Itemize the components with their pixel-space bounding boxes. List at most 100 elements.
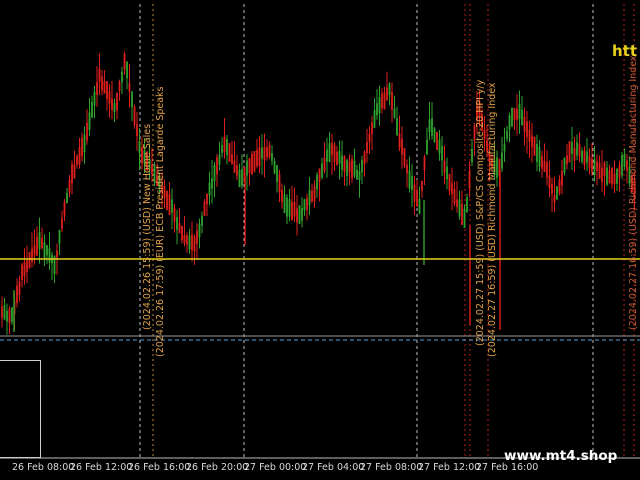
candle-body bbox=[468, 171, 471, 189]
candle-body bbox=[353, 160, 356, 176]
candle-body bbox=[533, 136, 536, 156]
candle-body bbox=[323, 157, 326, 171]
candle-body bbox=[463, 208, 466, 229]
candle-body bbox=[396, 118, 398, 136]
candle-body bbox=[198, 223, 201, 238]
candle-body bbox=[328, 143, 331, 163]
candle-body bbox=[173, 207, 176, 222]
candle-body bbox=[386, 87, 388, 100]
candle-body bbox=[56, 250, 58, 258]
candle-body bbox=[311, 190, 313, 202]
candle-body bbox=[203, 201, 206, 216]
candle-body bbox=[501, 152, 503, 169]
candle-body bbox=[426, 139, 428, 155]
event-label-cs-composite: (2024.02.27 15:59) (USD) S&P/CS Composit… bbox=[475, 79, 486, 346]
candle-body bbox=[8, 308, 11, 324]
candle-body bbox=[508, 115, 511, 130]
candle-body bbox=[616, 168, 618, 184]
candle-body bbox=[563, 157, 566, 173]
candle-body bbox=[61, 218, 63, 229]
candle-body bbox=[451, 183, 453, 195]
candle-body bbox=[226, 139, 228, 156]
candle-body bbox=[546, 162, 548, 178]
chart-window[interactable]: (2024.02.26 15:59) (USD) New Home Sales … bbox=[0, 0, 640, 480]
candle-body bbox=[118, 81, 121, 91]
candle-body bbox=[291, 201, 293, 221]
candle-body bbox=[406, 164, 408, 174]
candle-body bbox=[68, 179, 71, 192]
candle-body bbox=[608, 170, 611, 184]
event-label-richmond-index: (2024.02.27 16:59) (USD) Richmond Manufa… bbox=[487, 82, 498, 357]
candle-body bbox=[36, 236, 38, 256]
candle-body bbox=[541, 156, 543, 169]
event-label-right-edge: (2024.02.27 16:59) (USD) Richmond Manufa… bbox=[628, 55, 639, 330]
candle-body bbox=[528, 129, 531, 142]
candle-body bbox=[23, 262, 26, 277]
candle-body bbox=[83, 134, 86, 153]
candle-body bbox=[211, 178, 213, 189]
candle-body bbox=[273, 160, 276, 174]
price-chart[interactable] bbox=[0, 0, 640, 480]
candle-body bbox=[381, 93, 383, 109]
candle-body bbox=[131, 91, 133, 108]
candle-body bbox=[46, 245, 48, 256]
candle-body bbox=[611, 167, 613, 185]
candle-body bbox=[408, 170, 411, 189]
candle-body bbox=[593, 158, 596, 176]
candle-body bbox=[506, 130, 508, 139]
candle-body bbox=[356, 169, 358, 180]
indicator-subwindow[interactable] bbox=[0, 360, 41, 458]
candle-body bbox=[338, 150, 341, 164]
candle-body bbox=[293, 202, 296, 217]
candle-body bbox=[176, 217, 178, 230]
candle-body bbox=[43, 242, 46, 259]
candle-body bbox=[63, 201, 66, 216]
candle-body bbox=[403, 147, 406, 166]
candle-body bbox=[201, 215, 203, 226]
candle-body bbox=[573, 147, 576, 161]
candle-body bbox=[256, 150, 258, 167]
candle-body bbox=[286, 197, 288, 217]
candle-body bbox=[196, 230, 198, 245]
candle-body bbox=[81, 137, 83, 157]
candle-body bbox=[378, 97, 381, 114]
candle-body bbox=[548, 175, 551, 189]
time-label: 27 Feb 04:00 bbox=[302, 462, 365, 473]
candle-body bbox=[456, 199, 458, 208]
candle-body bbox=[303, 199, 306, 211]
candle-body bbox=[561, 170, 563, 186]
candle-body bbox=[621, 155, 623, 176]
candle-body bbox=[516, 109, 518, 120]
candle-body bbox=[431, 118, 433, 136]
candle-body bbox=[333, 144, 336, 163]
candle-body bbox=[216, 157, 218, 175]
candle-body bbox=[428, 119, 431, 132]
candle-body bbox=[193, 236, 196, 252]
candle-body bbox=[503, 143, 506, 152]
candle-body bbox=[101, 76, 103, 91]
candle-body bbox=[183, 235, 186, 243]
candle-body bbox=[453, 188, 456, 204]
candle-body bbox=[423, 156, 426, 171]
candle-body bbox=[341, 155, 343, 170]
candle-body bbox=[588, 155, 591, 168]
time-label: 26 Feb 12:00 bbox=[70, 462, 133, 473]
candle-body bbox=[623, 154, 626, 168]
candle-body bbox=[393, 108, 396, 118]
candle-body bbox=[531, 135, 533, 148]
candle-body bbox=[191, 234, 193, 251]
candle-body bbox=[418, 198, 421, 215]
candle-body bbox=[553, 195, 556, 203]
candle-body bbox=[538, 146, 541, 167]
candle-body bbox=[586, 151, 588, 163]
candle-body bbox=[388, 83, 391, 96]
candle-body bbox=[3, 305, 6, 320]
time-label: 27 Feb 12:00 bbox=[418, 462, 481, 473]
candle-body bbox=[466, 197, 468, 213]
candle-body bbox=[606, 167, 608, 185]
candle-body bbox=[308, 190, 311, 205]
candle-body bbox=[181, 225, 183, 241]
candle-body bbox=[296, 208, 298, 223]
candle-body bbox=[523, 116, 526, 132]
candle-body bbox=[271, 152, 273, 161]
